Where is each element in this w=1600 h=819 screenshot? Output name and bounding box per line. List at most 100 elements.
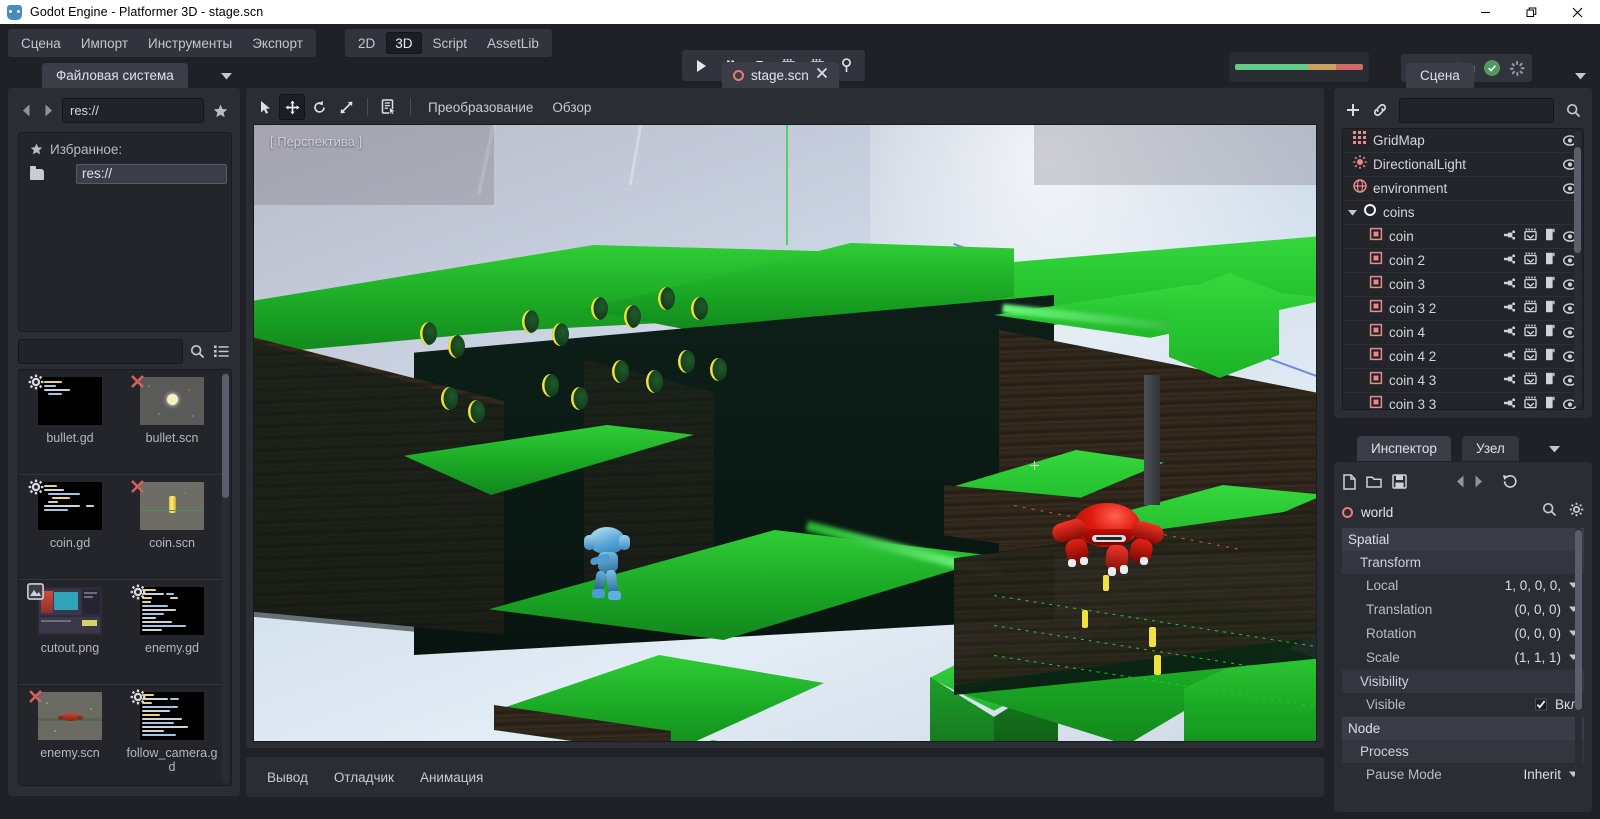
close-icon[interactable] <box>816 66 828 84</box>
visible-checkbox[interactable] <box>1535 699 1547 711</box>
scene-node-coin-4-2[interactable]: coin 4 2 <box>1343 345 1583 369</box>
scale-diagonal-icon[interactable] <box>333 94 359 120</box>
search-icon[interactable] <box>1542 502 1557 522</box>
connect-icon[interactable] <box>1503 396 1517 411</box>
file-item[interactable]: cutout.png <box>19 580 121 684</box>
inspector-properties[interactable]: Spatial Transform Local 1, 0, 0, 0, Tran… <box>1342 528 1584 804</box>
filesystem-search-input[interactable] <box>18 339 183 364</box>
scene-node-coin[interactable]: coin <box>1343 225 1583 249</box>
viewport-menu-view[interactable]: Обзор <box>543 95 600 119</box>
script-icon[interactable] <box>1544 252 1556 270</box>
script-instance-icon[interactable] <box>1524 228 1537 246</box>
scene-node-coins[interactable]: coins <box>1343 201 1583 225</box>
play-icon[interactable] <box>688 53 714 78</box>
link-icon[interactable] <box>1369 98 1391 122</box>
search-icon[interactable] <box>187 339 208 363</box>
scene-tree-search-input[interactable] <box>1399 98 1554 123</box>
connect-icon[interactable] <box>1503 372 1517 390</box>
script-instance-icon[interactable] <box>1524 324 1537 342</box>
menu-export[interactable]: Экспорт <box>242 30 313 56</box>
script-icon[interactable] <box>1544 276 1556 294</box>
chevron-down-icon[interactable] <box>1347 208 1357 218</box>
script-icon[interactable] <box>1544 348 1556 366</box>
maximize-icon[interactable] <box>1508 0 1554 24</box>
tab-inspector[interactable]: Инспектор <box>1357 436 1451 461</box>
script-instance-icon[interactable] <box>1524 300 1537 318</box>
property-row-translation[interactable]: Translation (0, 0, 0) <box>1342 598 1584 622</box>
connect-icon[interactable] <box>1503 324 1517 342</box>
property-row-visible[interactable]: Visible Вкл <box>1342 693 1584 717</box>
viewport-3d-canvas[interactable]: [ Перспектива ] <box>253 124 1317 742</box>
script-instance-icon[interactable] <box>1524 252 1537 270</box>
filesystem-scrollbar-thumb[interactable] <box>222 374 229 498</box>
connect-icon[interactable] <box>1503 300 1517 318</box>
scene-tree-scrollbar-thumb[interactable] <box>1574 147 1581 253</box>
script-icon[interactable] <box>1544 228 1556 246</box>
bottom-tab-output[interactable]: Вывод <box>256 764 319 790</box>
filesystem-file-grid[interactable]: bullet.gd <box>18 369 232 786</box>
rotate-icon[interactable] <box>306 94 332 120</box>
script-icon[interactable] <box>1544 324 1556 342</box>
file-item[interactable]: coin.scn <box>121 475 223 579</box>
connect-icon[interactable] <box>1503 276 1517 294</box>
script-icon[interactable] <box>1544 396 1556 411</box>
filesystem-chevron-down-icon[interactable] <box>218 68 234 84</box>
connect-icon[interactable] <box>1503 348 1517 366</box>
file-item[interactable]: bullet.gd <box>19 370 121 474</box>
scene-node-environment[interactable]: environment <box>1343 177 1583 201</box>
mode-3d[interactable]: 3D <box>386 32 421 54</box>
file-item[interactable]: coin.gd <box>19 475 121 579</box>
tab-filesystem[interactable]: Файловая система <box>42 63 188 88</box>
move-cross-icon[interactable] <box>279 94 305 120</box>
property-row-rotation[interactable]: Rotation (0, 0, 0) <box>1342 622 1584 646</box>
mode-2d[interactable]: 2D <box>349 32 384 54</box>
file-icon[interactable] <box>1342 474 1357 495</box>
search-icon[interactable] <box>1562 98 1584 122</box>
scene-node-coin-3-3[interactable]: coin 3 3 <box>1343 393 1583 410</box>
plus-icon[interactable] <box>1342 98 1364 122</box>
scene-node-directionallight[interactable]: DirectionalLight <box>1343 153 1583 177</box>
script-instance-icon[interactable] <box>1524 372 1537 390</box>
script-instance-icon[interactable] <box>1524 396 1537 411</box>
cursor-arrow-icon[interactable] <box>252 94 278 120</box>
star-icon[interactable] <box>208 99 232 123</box>
property-row-scale[interactable]: Scale (1, 1, 1) <box>1342 646 1584 670</box>
scene-node-coin-3-2[interactable]: coin 3 2 <box>1343 297 1583 321</box>
script-icon[interactable] <box>1544 300 1556 318</box>
list-item[interactable]: res:// <box>76 164 227 184</box>
property-row-pause-mode[interactable]: Pause Mode Inherit <box>1342 763 1584 787</box>
list-view-icon[interactable] <box>212 339 233 363</box>
minimize-icon[interactable] <box>1462 0 1508 24</box>
history-icon[interactable] <box>1502 474 1518 494</box>
tab-node[interactable]: Узел <box>1462 436 1519 461</box>
file-item[interactable]: enemy.scn <box>19 685 121 786</box>
list-select-icon[interactable] <box>376 94 402 120</box>
bottom-tab-animation[interactable]: Анимация <box>409 764 494 790</box>
history-forward-arrow-right-icon[interactable] <box>1474 475 1483 493</box>
property-row-local[interactable]: Local 1, 0, 0, 0, <box>1342 574 1584 598</box>
arrow-left-icon[interactable] <box>16 99 36 123</box>
scene-node-gridmap[interactable]: GridMap <box>1343 129 1583 153</box>
script-instance-icon[interactable] <box>1524 348 1537 366</box>
mode-script[interactable]: Script <box>424 32 477 54</box>
viewport-menu-transform[interactable]: Преобразование <box>419 95 542 119</box>
mode-assetlib[interactable]: AssetLib <box>478 32 548 54</box>
connect-icon[interactable] <box>1503 252 1517 270</box>
scene-tree[interactable]: GridMap DirectionalLight e <box>1342 128 1584 410</box>
scene-chevron-down-icon[interactable] <box>1572 68 1588 84</box>
scene-node-coin-4-3[interactable]: coin 4 3 <box>1343 369 1583 393</box>
history-back-arrow-left-icon[interactable] <box>1456 475 1465 493</box>
script-instance-icon[interactable] <box>1524 276 1537 294</box>
close-icon[interactable] <box>1554 0 1600 24</box>
file-item[interactable]: enemy.gd <box>121 580 223 684</box>
file-item[interactable]: follow_camera.gd <box>121 685 223 786</box>
tab-scene[interactable]: Сцена <box>1406 63 1474 88</box>
scene-node-coin-4[interactable]: coin 4 <box>1343 321 1583 345</box>
inspector-scrollbar-thumb[interactable] <box>1575 530 1582 710</box>
scene-tab-stage[interactable]: stage.scn <box>722 62 839 88</box>
save-disk-icon[interactable] <box>1392 474 1407 494</box>
folder-open-icon[interactable] <box>1366 474 1383 494</box>
path-field[interactable]: res:// <box>62 98 204 123</box>
connect-icon[interactable] <box>1503 228 1517 246</box>
arrow-right-icon[interactable] <box>38 99 58 123</box>
